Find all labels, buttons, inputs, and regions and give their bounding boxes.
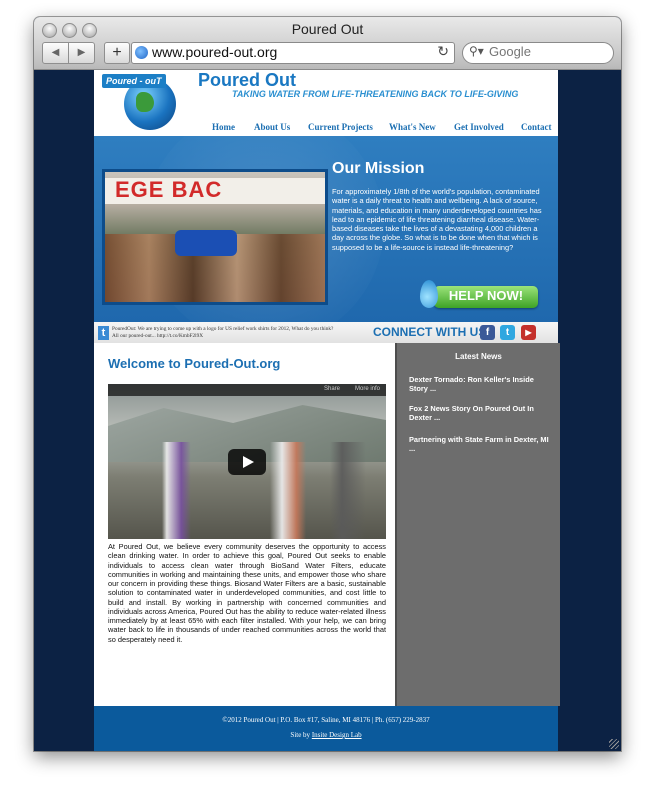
community-photo: EGE BAC xyxy=(102,169,328,305)
youtube-icon[interactable]: ▶ xyxy=(521,325,536,340)
title-bar: Poured Out ◀ ▶ + www.poured-out.org ↻ ⚲▾ xyxy=(34,17,621,70)
about-paragraph: At Poured Out, we believe every communit… xyxy=(108,542,386,644)
reload-icon[interactable]: ↻ xyxy=(437,43,449,60)
twitter-feed-icon: t xyxy=(98,326,109,340)
url-text[interactable]: www.poured-out.org xyxy=(152,44,277,60)
latest-tweet[interactable]: PouredOut: We are trying to come up with… xyxy=(112,326,334,340)
social-bar: t PouredOut: We are trying to come up wi… xyxy=(94,322,558,344)
twitter-icon[interactable]: t xyxy=(500,325,515,340)
facebook-icon[interactable]: f xyxy=(480,325,495,340)
brand-tagline: TAKING WATER FROM LIFE-THREATENING BACK … xyxy=(232,89,519,99)
news-sidebar: Latest News Dexter Tornado: Ron Keller's… xyxy=(395,343,560,706)
play-button-icon[interactable] xyxy=(228,449,266,475)
window-title: Poured Out xyxy=(291,21,364,37)
nav-contact[interactable]: Contact xyxy=(521,122,552,132)
photo-banner-text: EGE BAC xyxy=(115,177,223,202)
forward-button[interactable]: ▶ xyxy=(68,42,95,64)
resize-grip[interactable] xyxy=(609,739,619,749)
footer-contact-line: ©2012 Poured Out | P.O. Box #17, Saline,… xyxy=(222,716,430,724)
site-header: Poured - ouT Poured Out TAKING WATER FRO… xyxy=(94,70,558,136)
welcome-heading: Welcome to Poured-Out.org xyxy=(108,356,281,371)
nav-get-involved[interactable]: Get Involved xyxy=(454,122,504,132)
footer-credit-line: Site by Insite Design Lab xyxy=(94,731,558,739)
latest-news-title: Latest News xyxy=(455,352,502,361)
video-player[interactable]: Share More info xyxy=(108,384,386,539)
nav-current-projects[interactable]: Current Projects xyxy=(308,122,373,132)
site-footer: ©2012 Poured Out | P.O. Box #17, Saline,… xyxy=(94,706,558,751)
search-icon: ⚲▾ xyxy=(469,44,484,58)
mission-title: Our Mission xyxy=(332,160,425,177)
video-share-button[interactable]: Share xyxy=(324,386,340,392)
add-bookmark-button[interactable]: + xyxy=(104,42,130,64)
main-content: Welcome to Poured-Out.org Share More inf… xyxy=(94,343,560,706)
video-top-bar xyxy=(108,384,386,396)
help-now-button[interactable]: HELP NOW! xyxy=(420,280,538,310)
main-navigation: Home About Us Current Projects What's Ne… xyxy=(94,122,558,136)
brand-name: Poured Out xyxy=(198,70,296,90)
news-item[interactable]: Fox 2 News Story On Poured Out In Dexter… xyxy=(409,404,554,422)
search-input[interactable] xyxy=(489,44,604,59)
browser-window: Poured Out ◀ ▶ + www.poured-out.org ↻ ⚲▾… xyxy=(34,17,621,751)
address-bar[interactable]: www.poured-out.org ↻ xyxy=(131,42,455,64)
back-button[interactable]: ◀ xyxy=(42,42,69,64)
logo-badge: Poured - ouT xyxy=(102,74,166,88)
connect-label: CONNECT WITH US: xyxy=(373,325,491,339)
video-more-info-button[interactable]: More info xyxy=(355,386,380,392)
site-globe-icon xyxy=(135,46,148,59)
news-item[interactable]: Partnering with State Farm in Dexter, MI… xyxy=(409,435,554,453)
page-viewport: Poured - ouT Poured Out TAKING WATER FRO… xyxy=(34,70,621,751)
mission-hero: EGE BAC Our Mission For approximately 1/… xyxy=(94,136,558,322)
search-field[interactable]: ⚲▾ xyxy=(462,42,614,64)
help-now-label[interactable]: HELP NOW! xyxy=(434,288,538,303)
footer-site-by: Site by xyxy=(290,731,312,739)
nav-home[interactable]: Home xyxy=(212,122,235,132)
site-container: Poured - ouT Poured Out TAKING WATER FRO… xyxy=(94,70,560,751)
nav-about-us[interactable]: About Us xyxy=(254,122,290,132)
photo-water-barrel xyxy=(175,230,237,256)
earth-land-shape xyxy=(136,92,154,112)
nav-whats-new[interactable]: What's New xyxy=(389,122,436,132)
mission-text: For approximately 1/8th of the world's p… xyxy=(332,187,542,252)
designer-link[interactable]: Insite Design Lab xyxy=(312,731,362,739)
news-item[interactable]: Dexter Tornado: Ron Keller's Inside Stor… xyxy=(409,375,554,393)
